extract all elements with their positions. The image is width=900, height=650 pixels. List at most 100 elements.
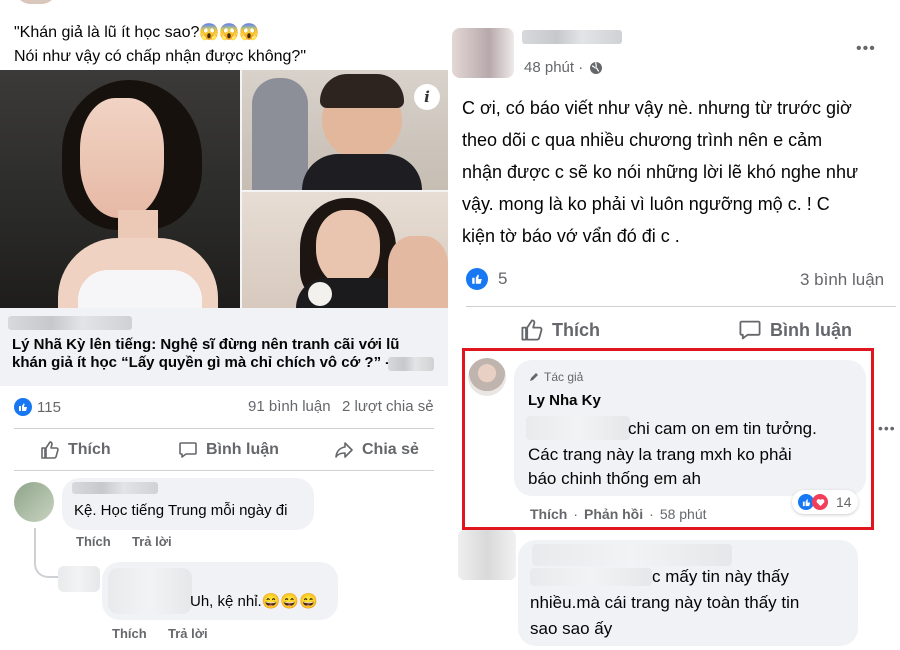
post-time[interactable]: 48 phút · bbox=[524, 59, 583, 76]
man-suit bbox=[302, 154, 422, 190]
thumbs-up-icon bbox=[520, 318, 544, 342]
redacted-last-commenter bbox=[532, 544, 732, 566]
like-reaction-icon bbox=[466, 268, 488, 290]
like-label: Thích bbox=[552, 319, 600, 340]
avatar-fragment bbox=[16, 0, 56, 4]
author-reply-line-3: báo chinh thống em ah bbox=[528, 469, 701, 488]
info-icon[interactable]: i bbox=[414, 84, 440, 110]
main-photo bbox=[0, 70, 240, 328]
redacted-source bbox=[8, 316, 132, 330]
comment-like-link[interactable]: Thích bbox=[76, 534, 111, 549]
commenter-avatar[interactable] bbox=[14, 482, 54, 522]
flower-brooch bbox=[308, 282, 332, 306]
like-button[interactable]: Thích bbox=[40, 440, 111, 460]
reaction-summary-right[interactable]: 5 bbox=[466, 268, 507, 290]
comment-options-icon[interactable]: ••• bbox=[878, 420, 896, 436]
author-reply-reply-link[interactable]: Phản hồi bbox=[584, 506, 643, 522]
last-commenter-avatar-redacted[interactable] bbox=[458, 530, 516, 580]
woman-face bbox=[316, 210, 380, 286]
author-badge-label: Tác giả bbox=[544, 370, 584, 384]
redacted-last-text bbox=[530, 568, 652, 586]
author-badge: Tác giả bbox=[528, 370, 583, 384]
globe-icon bbox=[589, 61, 603, 75]
author-reply-line-2: Các trang này la trang mxh ko phải bbox=[528, 445, 792, 464]
post-line-2: theo dõi c qua nhiều chương trình nên e … bbox=[462, 130, 823, 150]
redacted-poster-name bbox=[522, 30, 622, 44]
reply-bubble: Uh, kệ nhỉ.😄😄😄 bbox=[102, 562, 338, 620]
share-button[interactable]: Chia sẻ bbox=[334, 440, 419, 460]
author-name[interactable]: Ly Nha Ky bbox=[528, 392, 601, 409]
comment-text: Kệ. Học tiếng Trung mỗi ngày đi bbox=[74, 502, 288, 519]
comment-reply-link[interactable]: Trả lời bbox=[132, 534, 172, 549]
right-screenshot: 48 phút · ••• C ơi, có báo viết như vậy … bbox=[452, 0, 900, 650]
share-count[interactable]: 2 lượt chia sẻ bbox=[342, 398, 434, 415]
left-screenshot: "Khán giả là lũ ít học sao?😱😱😱 Nói như v… bbox=[0, 0, 448, 650]
comment-icon bbox=[178, 440, 198, 460]
like-reaction-icon bbox=[14, 398, 32, 416]
comment-count[interactable]: 91 bình luận bbox=[248, 398, 331, 415]
post-body: C ơi, có báo viết như vậy nè. nhưng từ t… bbox=[462, 92, 892, 252]
reaction-summary[interactable]: 115 bbox=[14, 398, 61, 416]
last-comment-line-1: c mấy tin này thấy bbox=[652, 567, 790, 586]
comment-button[interactable]: Bình luận bbox=[738, 318, 852, 342]
post-caption: "Khán giả là lũ ít học sao?😱😱😱 Nói như v… bbox=[14, 21, 306, 69]
last-comment-bubble: c mấy tin này thấy nhiều.mà cái trang nà… bbox=[518, 540, 858, 646]
reply-text: Uh, kệ nhỉ.😄😄😄 bbox=[190, 593, 318, 610]
author-reply-reaction-count: 14 bbox=[836, 494, 852, 510]
reaction-count: 5 bbox=[498, 269, 508, 288]
comment-label: Bình luận bbox=[206, 441, 279, 458]
post-line-5: kiện tờ báo vớ vẩn đó đi c . bbox=[462, 226, 680, 246]
comment-bubble: Kệ. Học tiếng Trung mỗi ngày đi bbox=[62, 478, 314, 530]
caption-line-1: "Khán giả là lũ ít học sao?😱😱😱 bbox=[14, 24, 260, 41]
poster-avatar-redacted[interactable] bbox=[452, 28, 514, 78]
comment-label: Bình luận bbox=[770, 319, 852, 340]
info-icon-glyph: i bbox=[424, 88, 430, 106]
author-avatar[interactable] bbox=[468, 358, 506, 396]
reply-like-link[interactable]: Thích bbox=[112, 626, 147, 641]
share-icon bbox=[334, 440, 354, 460]
article-title: Lý Nhã Kỳ lên tiếng: Nghệ sĩ đừng nên tr… bbox=[12, 336, 438, 372]
comment-icon bbox=[738, 318, 762, 342]
post-meta: 48 phút · bbox=[524, 59, 603, 76]
divider-top bbox=[14, 428, 434, 429]
divider-top bbox=[466, 306, 896, 307]
reaction-count: 115 bbox=[37, 398, 61, 416]
author-reply-like-link[interactable]: Thích bbox=[530, 506, 567, 522]
thumbs-up-icon bbox=[40, 440, 60, 460]
article-meta[interactable]: Lý Nhã Kỳ lên tiếng: Nghệ sĩ đừng nên tr… bbox=[0, 308, 448, 386]
secondary-photo-1: i bbox=[242, 70, 448, 190]
post-line-4: vậy. mong là ko phải vì luôn ngưỡng mộ c… bbox=[462, 194, 830, 214]
caption-line-2: Nói như vậy có chấp nhận được không?" bbox=[14, 48, 306, 65]
last-comment-line-3: sao sao ấy bbox=[530, 619, 613, 638]
author-reply-actions: Thích · Phản hồi · 58 phút bbox=[530, 506, 707, 522]
redacted-commenter-name bbox=[72, 482, 158, 494]
background-person bbox=[252, 78, 308, 190]
article-title-text: Lý Nhã Kỳ lên tiếng: Nghệ sĩ đừng nên tr… bbox=[12, 336, 400, 371]
face-shape bbox=[80, 98, 164, 218]
comment-button[interactable]: Bình luận bbox=[178, 440, 279, 460]
post-line-3: nhận được c sẽ ko nói những lời lẽ khó n… bbox=[462, 162, 858, 182]
love-reaction-icon bbox=[812, 494, 828, 510]
man-hair bbox=[320, 74, 404, 108]
redacted-author-text bbox=[526, 416, 630, 440]
share-label: Chia sẻ bbox=[362, 441, 419, 458]
reply-reply-link[interactable]: Trả lời bbox=[168, 626, 208, 641]
post-options-icon[interactable]: ••• bbox=[856, 40, 876, 58]
divider-bottom bbox=[14, 470, 434, 471]
like-button[interactable]: Thích bbox=[520, 318, 600, 342]
last-comment-line-2: nhiều.mà cái trang này toàn thấy tin bbox=[530, 593, 800, 612]
author-reply-time[interactable]: 58 phút bbox=[660, 506, 707, 522]
author-reply-line-1: chi cam on em tin tưởng. bbox=[628, 419, 817, 438]
redacted-reply-name bbox=[108, 568, 192, 614]
article-image[interactable]: i bbox=[0, 70, 448, 328]
secondary-photo-2 bbox=[242, 192, 448, 308]
comment-count[interactable]: 3 bình luận bbox=[800, 270, 884, 290]
author-reply-reactions[interactable]: 14 bbox=[792, 490, 858, 514]
redacted-title-end bbox=[388, 357, 434, 371]
author-reply-bubble: Tác giả Ly Nha Ky chi cam on em tin tưởn… bbox=[514, 360, 866, 496]
thread-connector bbox=[34, 528, 60, 578]
post-line-1: C ơi, có báo viết như vậy nè. nhưng từ t… bbox=[462, 98, 852, 118]
woman-arm bbox=[388, 236, 448, 308]
pencil-icon bbox=[528, 371, 540, 383]
like-label: Thích bbox=[68, 441, 111, 458]
